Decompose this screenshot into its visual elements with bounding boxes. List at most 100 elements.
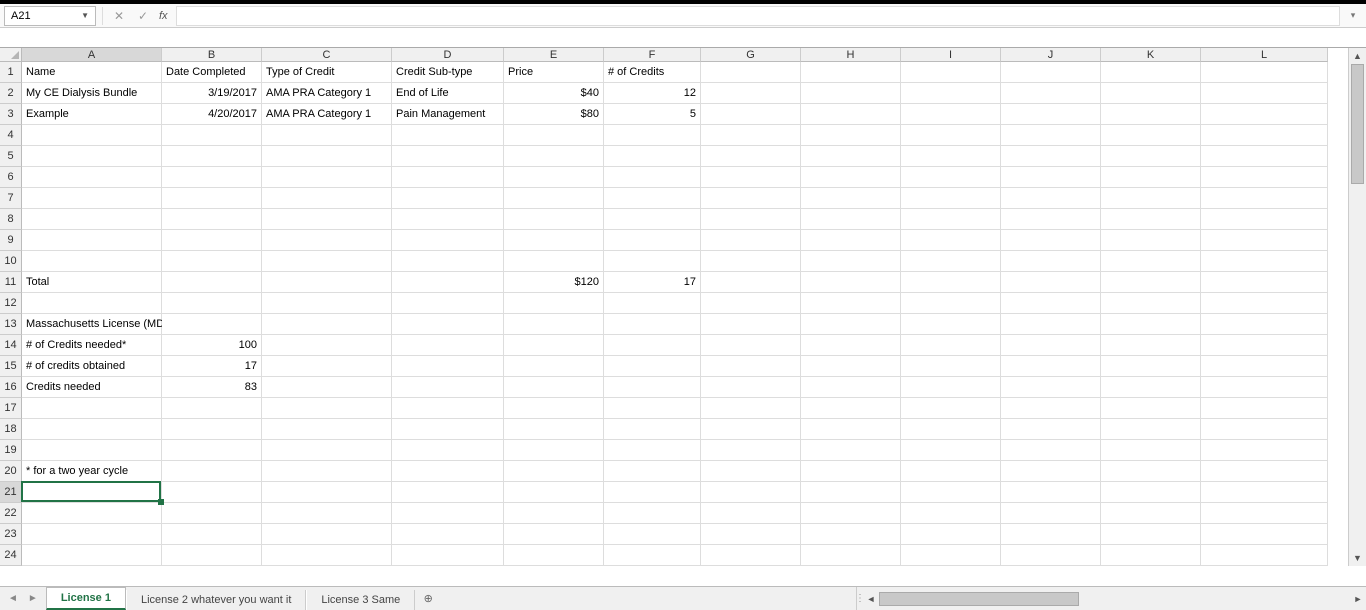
column-header-A[interactable]: A [22,48,162,62]
cell-J14[interactable] [1001,335,1101,356]
row-header-16[interactable]: 16 [0,377,22,398]
cell-B21[interactable] [162,482,262,503]
cell-H4[interactable] [801,125,901,146]
row-header-19[interactable]: 19 [0,440,22,461]
cell-A11[interactable]: Total [22,272,162,293]
cell-J11[interactable] [1001,272,1101,293]
cell-A5[interactable] [22,146,162,167]
cell-H6[interactable] [801,167,901,188]
cell-I19[interactable] [901,440,1001,461]
cell-I11[interactable] [901,272,1001,293]
cell-B12[interactable] [162,293,262,314]
row-header-14[interactable]: 14 [0,335,22,356]
cell-D19[interactable] [392,440,504,461]
row-header-20[interactable]: 20 [0,461,22,482]
cell-E21[interactable] [504,482,604,503]
cell-I6[interactable] [901,167,1001,188]
cell-L17[interactable] [1201,398,1328,419]
scroll-up-button[interactable]: ▲ [1349,48,1366,64]
cell-A23[interactable] [22,524,162,545]
cell-L20[interactable] [1201,461,1328,482]
cell-K3[interactable] [1101,104,1201,125]
cell-B2[interactable]: 3/19/2017 [162,83,262,104]
cell-H15[interactable] [801,356,901,377]
cell-D22[interactable] [392,503,504,524]
cell-F22[interactable] [604,503,701,524]
cell-L16[interactable] [1201,377,1328,398]
formula-input[interactable] [176,6,1340,26]
cell-E23[interactable] [504,524,604,545]
cell-F13[interactable] [604,314,701,335]
row-header-4[interactable]: 4 [0,125,22,146]
cell-F1[interactable]: # of Credits [604,62,701,83]
cell-C9[interactable] [262,230,392,251]
cell-K18[interactable] [1101,419,1201,440]
cell-F10[interactable] [604,251,701,272]
cell-I2[interactable] [901,83,1001,104]
cell-D11[interactable] [392,272,504,293]
row-header-11[interactable]: 11 [0,272,22,293]
cell-F18[interactable] [604,419,701,440]
cell-L21[interactable] [1201,482,1328,503]
cell-G21[interactable] [701,482,801,503]
cell-J15[interactable] [1001,356,1101,377]
cell-B6[interactable] [162,167,262,188]
cell-A2[interactable]: My CE Dialysis Bundle [22,83,162,104]
cell-G12[interactable] [701,293,801,314]
horizontal-scrollbar[interactable]: ⋮ ◄ ► [856,587,1366,610]
cell-B22[interactable] [162,503,262,524]
cell-B15[interactable]: 17 [162,356,262,377]
column-header-G[interactable]: G [701,48,801,62]
cell-A22[interactable] [22,503,162,524]
scroll-track[interactable] [1349,64,1366,550]
cell-C2[interactable]: AMA PRA Category 1 [262,83,392,104]
cell-I22[interactable] [901,503,1001,524]
cell-H24[interactable] [801,545,901,566]
cell-F6[interactable] [604,167,701,188]
cell-B19[interactable] [162,440,262,461]
cell-F3[interactable]: 5 [604,104,701,125]
cell-A9[interactable] [22,230,162,251]
cell-K11[interactable] [1101,272,1201,293]
column-header-L[interactable]: L [1201,48,1328,62]
cell-J7[interactable] [1001,188,1101,209]
cell-C21[interactable] [262,482,392,503]
cell-L5[interactable] [1201,146,1328,167]
cell-A7[interactable] [22,188,162,209]
fx-icon[interactable]: fx [159,10,168,22]
row-header-8[interactable]: 8 [0,209,22,230]
cell-K19[interactable] [1101,440,1201,461]
row-header-17[interactable]: 17 [0,398,22,419]
row-header-13[interactable]: 13 [0,314,22,335]
cell-C1[interactable]: Type of Credit [262,62,392,83]
cell-H12[interactable] [801,293,901,314]
cell-I15[interactable] [901,356,1001,377]
cell-A3[interactable]: Example [22,104,162,125]
cell-H21[interactable] [801,482,901,503]
cell-C23[interactable] [262,524,392,545]
cell-C18[interactable] [262,419,392,440]
row-header-9[interactable]: 9 [0,230,22,251]
cell-I20[interactable] [901,461,1001,482]
cell-A18[interactable] [22,419,162,440]
cell-B4[interactable] [162,125,262,146]
cell-G16[interactable] [701,377,801,398]
cell-E24[interactable] [504,545,604,566]
cell-D23[interactable] [392,524,504,545]
cell-D18[interactable] [392,419,504,440]
cell-K24[interactable] [1101,545,1201,566]
cell-H14[interactable] [801,335,901,356]
cell-F12[interactable] [604,293,701,314]
cell-D7[interactable] [392,188,504,209]
cell-F5[interactable] [604,146,701,167]
cell-K13[interactable] [1101,314,1201,335]
cell-A15[interactable]: # of credits obtained [22,356,162,377]
column-header-C[interactable]: C [262,48,392,62]
cell-G9[interactable] [701,230,801,251]
cell-H17[interactable] [801,398,901,419]
cell-A10[interactable] [22,251,162,272]
cell-C4[interactable] [262,125,392,146]
cell-A6[interactable] [22,167,162,188]
cell-C3[interactable]: AMA PRA Category 1 [262,104,392,125]
column-header-B[interactable]: B [162,48,262,62]
